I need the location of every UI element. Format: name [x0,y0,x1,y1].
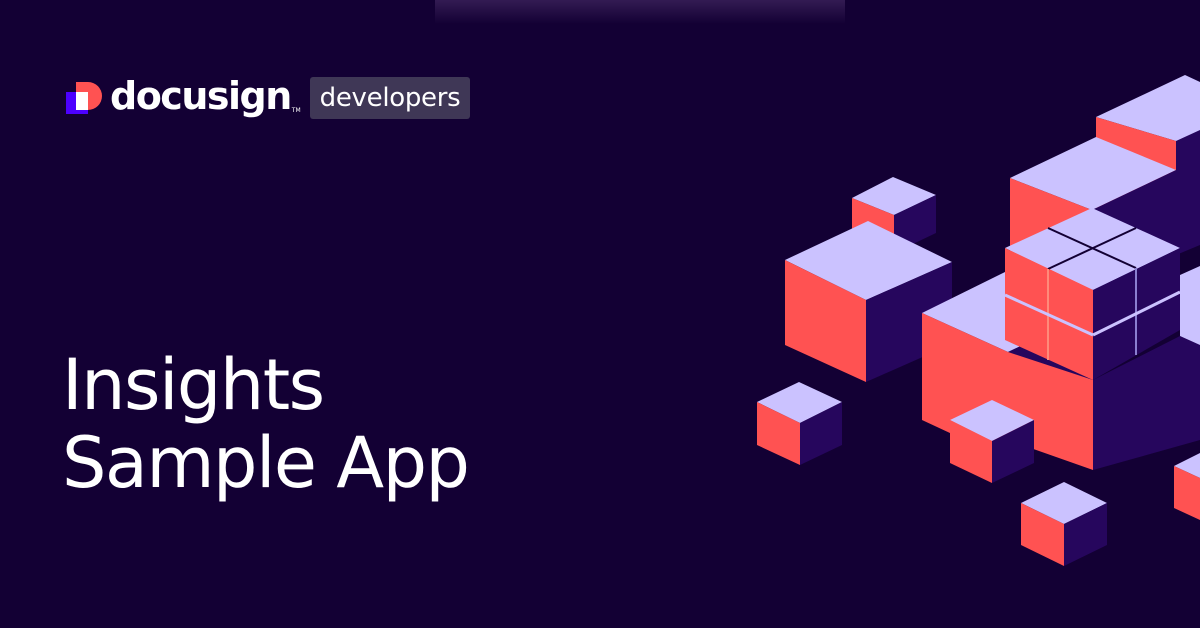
cube-small-right-edge [1174,453,1200,520]
isometric-cubes-illustration [757,75,1200,566]
cube-small-bottom [1021,482,1107,566]
cube-small-left-low [757,382,842,465]
